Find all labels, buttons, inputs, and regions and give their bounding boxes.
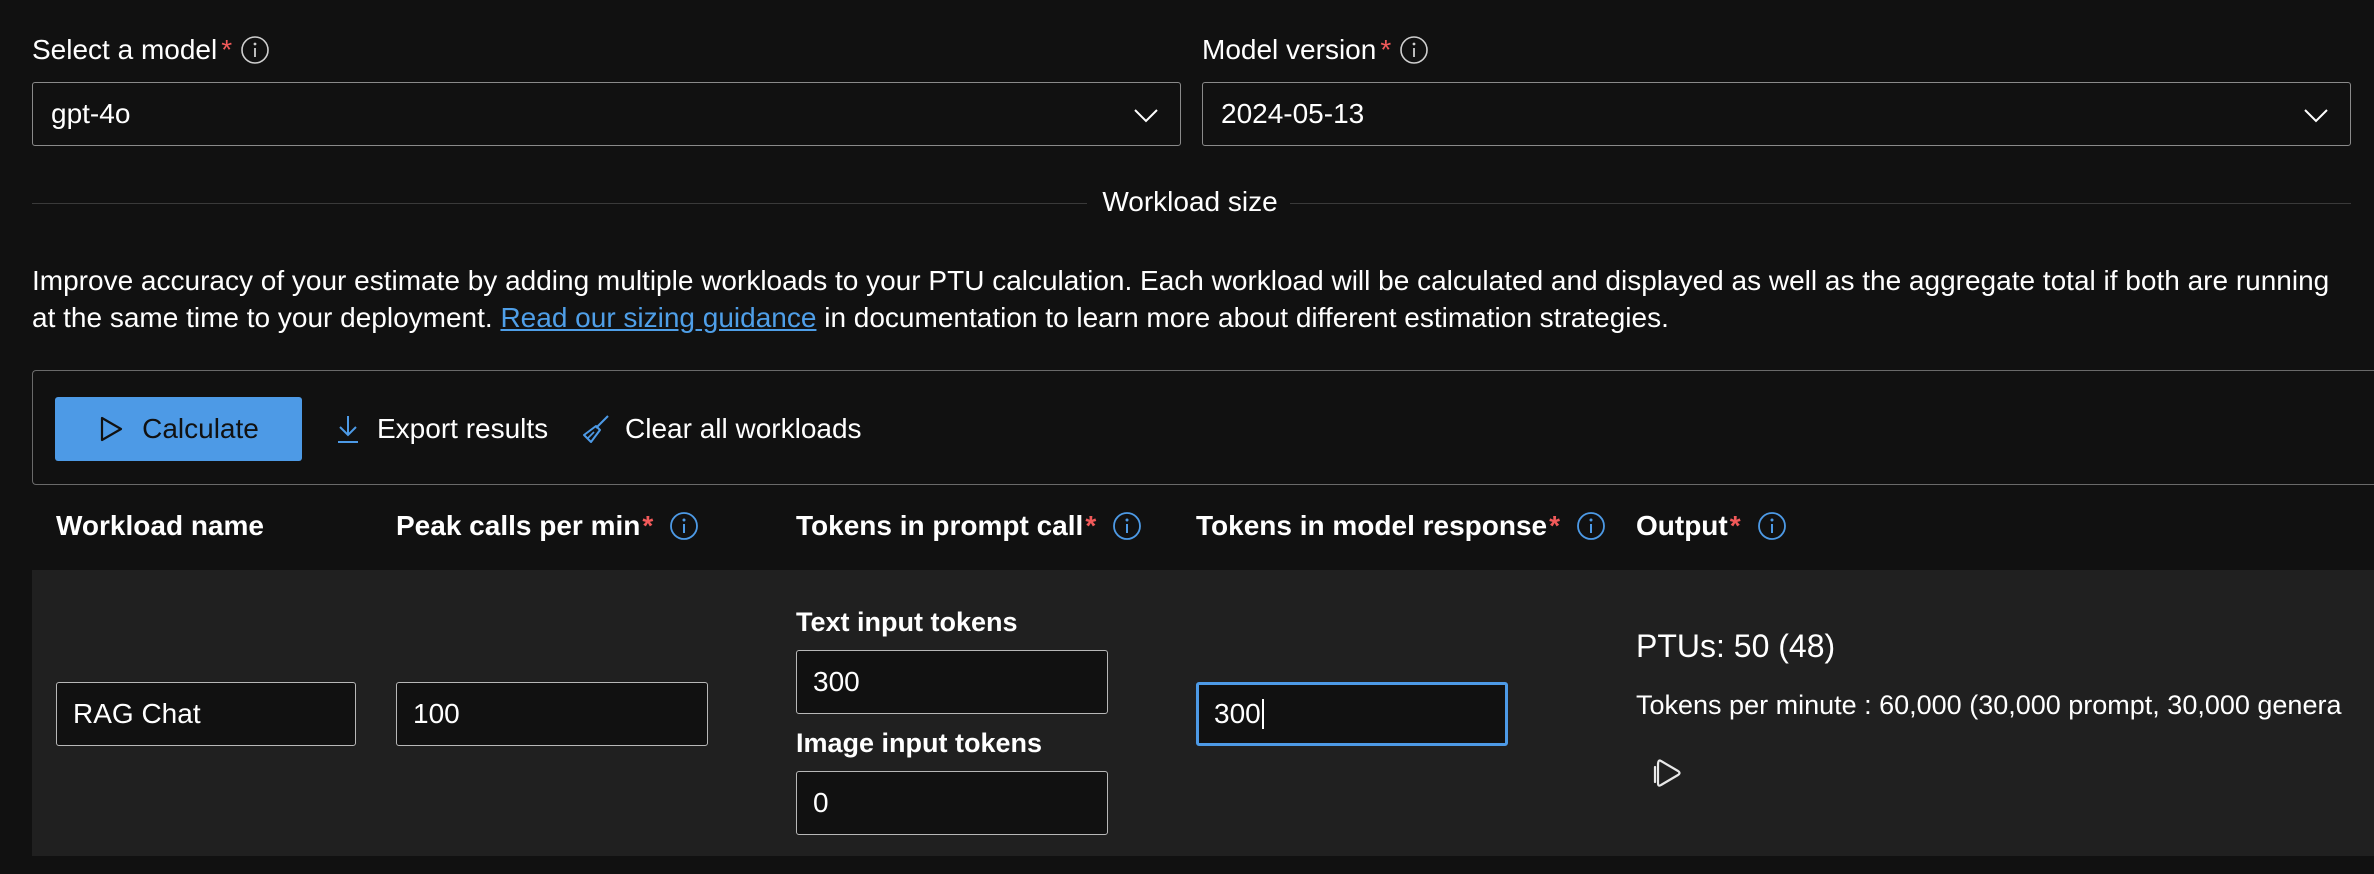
clear-all-workloads-button[interactable]: Clear all workloads — [581, 397, 862, 461]
required-asterisk: * — [1085, 510, 1097, 541]
export-results-button[interactable]: Export results — [333, 397, 548, 461]
section-title: Workload size — [1090, 186, 1290, 218]
peak-calls-input[interactable]: 100 — [396, 682, 708, 746]
version-select-value: 2024-05-13 — [1221, 98, 1365, 129]
image-input-tokens-label: Image input tokens — [796, 728, 1043, 758]
export-results-label: Export results — [377, 413, 549, 444]
tokens-per-minute-output: Tokens per minute : 60,000 (30,000 promp… — [1636, 690, 2342, 720]
header-workload-name: Workload name — [56, 510, 264, 542]
section-description: Improve accuracy of your estimate by add… — [32, 262, 2352, 336]
broom-icon — [583, 415, 609, 443]
info-icon[interactable] — [669, 511, 699, 541]
version-label-row: Model version * — [1202, 34, 1429, 66]
response-tokens-value: 300 — [1214, 698, 1261, 729]
calculate-button[interactable]: Calculate — [55, 397, 302, 461]
text-caret — [1261, 699, 1264, 729]
workload-name-value: RAG Chat — [73, 698, 201, 729]
header-label: Output — [1636, 510, 1728, 541]
description-text-end: in documentation to learn more about dif… — [816, 302, 1669, 333]
info-icon[interactable] — [1112, 511, 1142, 541]
info-icon[interactable] — [240, 35, 270, 65]
ptus-output: PTUs: 50 (48) — [1636, 628, 1836, 664]
text-input-tokens-label: Text input tokens — [796, 607, 1018, 637]
required-asterisk: * — [1729, 510, 1741, 541]
model-select[interactable]: gpt-4o — [32, 82, 1181, 146]
header-peak-calls: Peak calls per min * — [396, 510, 699, 542]
required-asterisk: * — [1549, 510, 1561, 541]
model-select-value: gpt-4o — [51, 98, 131, 129]
header-label: Tokens in model response — [1196, 510, 1548, 541]
header-tokens-prompt: Tokens in prompt call * — [796, 510, 1142, 542]
peak-calls-value: 100 — [413, 698, 460, 729]
text-input-tokens-value: 300 — [813, 666, 860, 697]
image-input-tokens-input[interactable]: 0 — [796, 771, 1108, 835]
play-icon — [101, 416, 123, 442]
text-input-tokens-input[interactable]: 300 — [796, 650, 1108, 714]
header-tokens-response: Tokens in model response * — [1196, 510, 1606, 542]
calculate-label: Calculate — [142, 413, 259, 444]
chevron-down-icon — [1134, 109, 1158, 123]
sizing-guidance-link[interactable]: Read our sizing guidance — [500, 302, 816, 333]
model-label-row: Select a model * — [32, 34, 270, 66]
response-tokens-input[interactable]: 300 — [1196, 682, 1508, 746]
image-input-tokens-value: 0 — [813, 787, 829, 818]
required-asterisk: * — [221, 34, 233, 65]
header-output: Output * — [1636, 510, 1787, 542]
header-label: Peak calls per min — [396, 510, 641, 541]
required-asterisk: * — [1380, 34, 1392, 65]
header-label: Workload name — [56, 510, 264, 541]
workload-name-input[interactable]: RAG Chat — [56, 682, 356, 746]
chevron-down-icon — [2304, 109, 2328, 123]
required-asterisk: * — [642, 510, 654, 541]
info-icon[interactable] — [1757, 511, 1787, 541]
divider-left — [32, 203, 1087, 204]
download-icon — [338, 416, 358, 443]
model-label: Select a model — [32, 34, 218, 65]
version-select[interactable]: 2024-05-13 — [1202, 82, 2351, 146]
clear-all-workloads-label: Clear all workloads — [625, 413, 862, 444]
header-label: Tokens in prompt call — [796, 510, 1084, 541]
info-icon[interactable] — [1576, 511, 1606, 541]
copilot-play-icon[interactable] — [1652, 756, 1684, 790]
version-label: Model version — [1202, 34, 1377, 65]
info-icon[interactable] — [1399, 35, 1429, 65]
toolbar: Calculate Export results Clear all workl… — [32, 370, 2374, 485]
divider-right — [1290, 203, 2351, 204]
